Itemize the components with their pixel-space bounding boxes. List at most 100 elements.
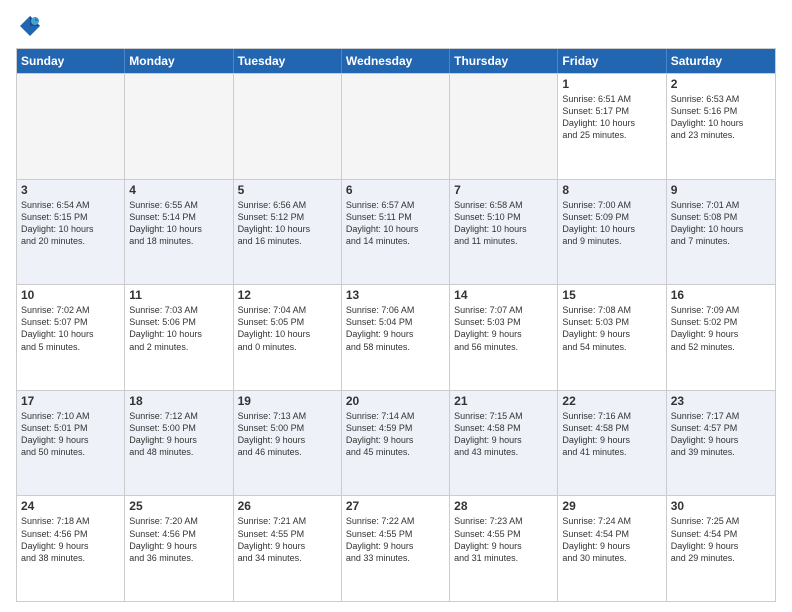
calendar-cell-r4-c3: 27Sunrise: 7:22 AM Sunset: 4:55 PM Dayli… xyxy=(342,496,450,601)
day-number: 6 xyxy=(346,183,445,197)
calendar-cell-r4-c4: 28 Sunrise: 7:23 AM Sunset: 4:55 PM Dayli… xyxy=(450,496,558,601)
calendar-cell-r4-c5: 29 Sunrise: 7:24 AM Sunset: 4:54 PM Dayli… xyxy=(558,496,666,601)
calendar-cell-r2-c6: 16 Sunrise: 7:09 AM Sunset: 5:02 PM Dayli… xyxy=(667,285,775,390)
day-number: 1 xyxy=(562,77,661,91)
day-number: 20 xyxy=(346,394,445,408)
day-info: Sunrise: 7:10 AM Sunset: 5:01 PM Dayligh… xyxy=(21,410,120,459)
calendar-cell-r0-c1 xyxy=(125,74,233,179)
calendar-cell-r2-c0: 10 Sunrise: 7:02 AM Sunset: 5:07 PM Dayli… xyxy=(17,285,125,390)
day-info: Sunrise: 6:58 AM Sunset: 5:10 PM Dayligh… xyxy=(454,199,553,248)
col-header-thursday: Thursday xyxy=(450,49,558,73)
day-number: 23 xyxy=(671,394,771,408)
day-info: Sunrise: 7:03 AM Sunset: 5:06 PM Dayligh… xyxy=(129,304,228,353)
calendar-cell-r2-c4: 14 Sunrise: 7:07 AM Sunset: 5:03 PM Dayli… xyxy=(450,285,558,390)
calendar-cell-r1-c5: 8 Sunrise: 7:00 AM Sunset: 5:09 PM Daylig… xyxy=(558,180,666,285)
calendar: SundayMondayTuesdayWednesdayThursdayFrid… xyxy=(16,48,776,602)
day-number: 30 xyxy=(671,499,771,513)
calendar-cell-r1-c2: 5 Sunrise: 6:56 AM Sunset: 5:12 PM Daylig… xyxy=(234,180,342,285)
header xyxy=(16,12,776,40)
calendar-cell-r3-c3: 20Sunrise: 7:14 AM Sunset: 4:59 PM Dayli… xyxy=(342,391,450,496)
day-number: 25 xyxy=(129,499,228,513)
day-info: Sunrise: 7:15 AM Sunset: 4:58 PM Dayligh… xyxy=(454,410,553,459)
calendar-cell-r4-c6: 30 Sunrise: 7:25 AM Sunset: 4:54 PM Dayli… xyxy=(667,496,775,601)
calendar-cell-r2-c2: 12 Sunrise: 7:04 AM Sunset: 5:05 PM Dayli… xyxy=(234,285,342,390)
day-info: Sunrise: 7:06 AM Sunset: 5:04 PM Dayligh… xyxy=(346,304,445,353)
calendar-cell-r3-c1: 18 Sunrise: 7:12 AM Sunset: 5:00 PM Dayli… xyxy=(125,391,233,496)
calendar-cell-r3-c2: 19 Sunrise: 7:13 AM Sunset: 5:00 PM Dayli… xyxy=(234,391,342,496)
day-number: 26 xyxy=(238,499,337,513)
calendar-cell-r1-c3: 6 Sunrise: 6:57 AM Sunset: 5:11 PM Daylig… xyxy=(342,180,450,285)
calendar-cell-r1-c0: 3 Sunrise: 6:54 AM Sunset: 5:15 PM Daylig… xyxy=(17,180,125,285)
day-number: 21 xyxy=(454,394,553,408)
day-info: Sunrise: 6:54 AM Sunset: 5:15 PM Dayligh… xyxy=(21,199,120,248)
calendar-cell-r2-c1: 11Sunrise: 7:03 AM Sunset: 5:06 PM Dayli… xyxy=(125,285,233,390)
page: SundayMondayTuesdayWednesdayThursdayFrid… xyxy=(0,0,792,612)
calendar-cell-r0-c0 xyxy=(17,74,125,179)
calendar-week-4: 17 Sunrise: 7:10 AM Sunset: 5:01 PM Dayli… xyxy=(17,390,775,496)
day-number: 16 xyxy=(671,288,771,302)
calendar-cell-r0-c3 xyxy=(342,74,450,179)
day-info: Sunrise: 7:08 AM Sunset: 5:03 PM Dayligh… xyxy=(562,304,661,353)
day-number: 4 xyxy=(129,183,228,197)
col-header-wednesday: Wednesday xyxy=(342,49,450,73)
day-info: Sunrise: 7:02 AM Sunset: 5:07 PM Dayligh… xyxy=(21,304,120,353)
day-info: Sunrise: 7:16 AM Sunset: 4:58 PM Dayligh… xyxy=(562,410,661,459)
day-number: 24 xyxy=(21,499,120,513)
calendar-week-2: 3 Sunrise: 6:54 AM Sunset: 5:15 PM Daylig… xyxy=(17,179,775,285)
day-number: 9 xyxy=(671,183,771,197)
calendar-cell-r2-c3: 13 Sunrise: 7:06 AM Sunset: 5:04 PM Dayli… xyxy=(342,285,450,390)
day-info: Sunrise: 6:51 AM Sunset: 5:17 PM Dayligh… xyxy=(562,93,661,142)
calendar-cell-r4-c1: 25 Sunrise: 7:20 AM Sunset: 4:56 PM Dayli… xyxy=(125,496,233,601)
day-info: Sunrise: 7:17 AM Sunset: 4:57 PM Dayligh… xyxy=(671,410,771,459)
calendar-week-3: 10 Sunrise: 7:02 AM Sunset: 5:07 PM Dayli… xyxy=(17,284,775,390)
day-number: 22 xyxy=(562,394,661,408)
calendar-cell-r0-c2 xyxy=(234,74,342,179)
day-number: 14 xyxy=(454,288,553,302)
col-header-monday: Monday xyxy=(125,49,233,73)
day-number: 10 xyxy=(21,288,120,302)
calendar-cell-r3-c5: 22 Sunrise: 7:16 AM Sunset: 4:58 PM Dayli… xyxy=(558,391,666,496)
calendar-header-row: SundayMondayTuesdayWednesdayThursdayFrid… xyxy=(17,49,775,73)
day-number: 29 xyxy=(562,499,661,513)
day-info: Sunrise: 7:21 AM Sunset: 4:55 PM Dayligh… xyxy=(238,515,337,564)
day-info: Sunrise: 7:04 AM Sunset: 5:05 PM Dayligh… xyxy=(238,304,337,353)
day-number: 19 xyxy=(238,394,337,408)
day-info: Sunrise: 7:09 AM Sunset: 5:02 PM Dayligh… xyxy=(671,304,771,353)
day-info: Sunrise: 7:07 AM Sunset: 5:03 PM Dayligh… xyxy=(454,304,553,353)
day-number: 13 xyxy=(346,288,445,302)
day-info: Sunrise: 7:00 AM Sunset: 5:09 PM Dayligh… xyxy=(562,199,661,248)
day-info: Sunrise: 6:55 AM Sunset: 5:14 PM Dayligh… xyxy=(129,199,228,248)
calendar-cell-r2-c5: 15Sunrise: 7:08 AM Sunset: 5:03 PM Dayli… xyxy=(558,285,666,390)
calendar-cell-r3-c0: 17 Sunrise: 7:10 AM Sunset: 5:01 PM Dayli… xyxy=(17,391,125,496)
col-header-tuesday: Tuesday xyxy=(234,49,342,73)
day-number: 5 xyxy=(238,183,337,197)
calendar-cell-r0-c4 xyxy=(450,74,558,179)
day-info: Sunrise: 6:57 AM Sunset: 5:11 PM Dayligh… xyxy=(346,199,445,248)
day-info: Sunrise: 7:23 AM Sunset: 4:55 PM Dayligh… xyxy=(454,515,553,564)
day-number: 8 xyxy=(562,183,661,197)
calendar-cell-r0-c5: 1 Sunrise: 6:51 AM Sunset: 5:17 PM Daylig… xyxy=(558,74,666,179)
calendar-week-1: 1 Sunrise: 6:51 AM Sunset: 5:17 PM Daylig… xyxy=(17,73,775,179)
logo xyxy=(16,12,48,40)
day-info: Sunrise: 6:53 AM Sunset: 5:16 PM Dayligh… xyxy=(671,93,771,142)
day-info: Sunrise: 7:20 AM Sunset: 4:56 PM Dayligh… xyxy=(129,515,228,564)
calendar-cell-r3-c6: 23 Sunrise: 7:17 AM Sunset: 4:57 PM Dayli… xyxy=(667,391,775,496)
day-number: 28 xyxy=(454,499,553,513)
day-info: Sunrise: 7:24 AM Sunset: 4:54 PM Dayligh… xyxy=(562,515,661,564)
day-info: Sunrise: 7:18 AM Sunset: 4:56 PM Dayligh… xyxy=(21,515,120,564)
day-number: 18 xyxy=(129,394,228,408)
calendar-body: 1 Sunrise: 6:51 AM Sunset: 5:17 PM Daylig… xyxy=(17,73,775,601)
day-number: 3 xyxy=(21,183,120,197)
col-header-friday: Friday xyxy=(558,49,666,73)
day-info: Sunrise: 7:13 AM Sunset: 5:00 PM Dayligh… xyxy=(238,410,337,459)
day-number: 12 xyxy=(238,288,337,302)
day-number: 17 xyxy=(21,394,120,408)
calendar-cell-r1-c6: 9Sunrise: 7:01 AM Sunset: 5:08 PM Daylig… xyxy=(667,180,775,285)
day-info: Sunrise: 7:12 AM Sunset: 5:00 PM Dayligh… xyxy=(129,410,228,459)
calendar-cell-r0-c6: 2Sunrise: 6:53 AM Sunset: 5:16 PM Daylig… xyxy=(667,74,775,179)
day-number: 7 xyxy=(454,183,553,197)
day-info: Sunrise: 6:56 AM Sunset: 5:12 PM Dayligh… xyxy=(238,199,337,248)
day-number: 27 xyxy=(346,499,445,513)
day-info: Sunrise: 7:25 AM Sunset: 4:54 PM Dayligh… xyxy=(671,515,771,564)
calendar-cell-r4-c2: 26 Sunrise: 7:21 AM Sunset: 4:55 PM Dayli… xyxy=(234,496,342,601)
